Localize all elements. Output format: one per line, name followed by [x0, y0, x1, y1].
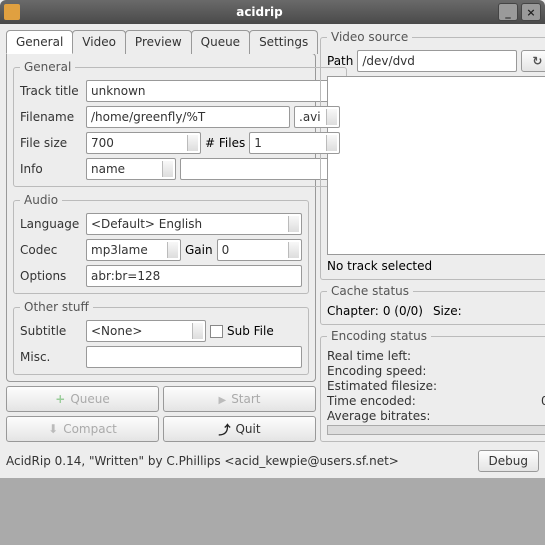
status-text: AcidRip 0.14, "Written" by C.Phillips <a…: [6, 454, 399, 468]
path-input[interactable]: [357, 50, 517, 72]
num-files-label: # Files: [205, 136, 245, 150]
play-icon: [218, 392, 226, 406]
group-general: General Track title Filename .avi File s…: [13, 60, 347, 187]
group-cache-status: Cache status Chapter: 0 (0/0) Size: 0mb: [320, 284, 545, 325]
group-audio: Audio Language <Default> English Codec m…: [13, 193, 309, 294]
codec-combo[interactable]: mp3lame: [86, 239, 181, 261]
load-button[interactable]: Load: [521, 50, 545, 72]
subfile-checkbox[interactable]: [210, 325, 223, 338]
group-cache-legend: Cache status: [327, 284, 413, 298]
audio-options-input[interactable]: [86, 265, 302, 287]
plus-icon: [55, 392, 65, 406]
ext-spinner[interactable]: .avi: [294, 106, 340, 128]
filename-label: Filename: [20, 110, 82, 124]
subfile-label: Sub File: [227, 324, 274, 338]
gain-label: Gain: [185, 243, 213, 257]
debug-button[interactable]: Debug: [478, 450, 539, 472]
group-audio-legend: Audio: [20, 193, 62, 207]
tab-panel-general: General Track title Filename .avi File s…: [6, 53, 316, 382]
efs-label: Estimated filesize:: [327, 379, 437, 393]
queue-button[interactable]: Queue: [6, 386, 159, 412]
language-combo[interactable]: <Default> English: [86, 213, 302, 235]
app-icon: [4, 4, 20, 20]
compact-button[interactable]: Compact: [6, 416, 159, 442]
close-button[interactable]: ×: [521, 3, 541, 21]
reload-icon: [532, 54, 542, 68]
speed-label: Encoding speed:: [327, 364, 426, 378]
subtitle-label: Subtitle: [20, 324, 82, 338]
quit-button[interactable]: Quit: [163, 416, 316, 442]
path-label: Path: [327, 54, 353, 68]
track-title-label: Track title: [20, 84, 82, 98]
tab-settings[interactable]: Settings: [249, 30, 318, 54]
info-input[interactable]: [180, 158, 340, 180]
gain-spinner[interactable]: 0: [217, 239, 302, 261]
track-title-input[interactable]: [86, 80, 340, 102]
time-label: Time encoded:: [327, 394, 416, 408]
group-encoding-legend: Encoding status: [327, 329, 431, 343]
group-general-legend: General: [20, 60, 75, 74]
start-button[interactable]: Start: [163, 386, 316, 412]
chapter-label: Chapter:: [327, 304, 379, 318]
download-icon: [48, 422, 58, 436]
group-video-source-legend: Video source: [327, 30, 412, 44]
misc-input[interactable]: [86, 346, 302, 368]
tabs: General Video Preview Queue Settings: [6, 30, 316, 54]
group-other-legend: Other stuff: [20, 300, 93, 314]
tab-general[interactable]: General: [6, 30, 73, 54]
encoding-progress: [327, 425, 545, 435]
group-encoding-status: Encoding status Real time left:0min Enco…: [320, 329, 545, 442]
misc-label: Misc.: [20, 350, 82, 364]
quit-icon: [218, 421, 230, 438]
minimize-button[interactable]: _: [498, 3, 518, 21]
no-track-label: No track selected: [327, 259, 545, 273]
file-size-label: File size: [20, 136, 82, 150]
rtl-label: Real time left:: [327, 349, 411, 363]
group-other: Other stuff Subtitle <None> Sub File Mis…: [13, 300, 309, 375]
num-files-spinner[interactable]: 1: [249, 132, 340, 154]
window-title: acidrip: [24, 5, 495, 19]
tab-queue[interactable]: Queue: [191, 30, 250, 54]
codec-label: Codec: [20, 243, 82, 257]
audio-options-label: Options: [20, 269, 82, 283]
tab-video[interactable]: Video: [72, 30, 126, 54]
group-video-source: Video source Path Load No track selected: [320, 30, 545, 280]
time-value: 0:00:00: [541, 394, 545, 408]
subtitle-combo[interactable]: <None>: [86, 320, 206, 342]
file-size-spinner[interactable]: 700: [86, 132, 201, 154]
titlebar: acidrip _ ×: [0, 0, 545, 24]
track-list[interactable]: [327, 76, 545, 255]
cache-size-label: Size:: [433, 304, 462, 318]
info-combo[interactable]: name: [86, 158, 176, 180]
chapter-value: 0 (0/0): [383, 304, 423, 318]
tab-preview[interactable]: Preview: [125, 30, 192, 54]
language-label: Language: [20, 217, 82, 231]
filename-input[interactable]: [86, 106, 290, 128]
avg-label: Average bitrates:: [327, 409, 430, 423]
info-label: Info: [20, 162, 82, 176]
